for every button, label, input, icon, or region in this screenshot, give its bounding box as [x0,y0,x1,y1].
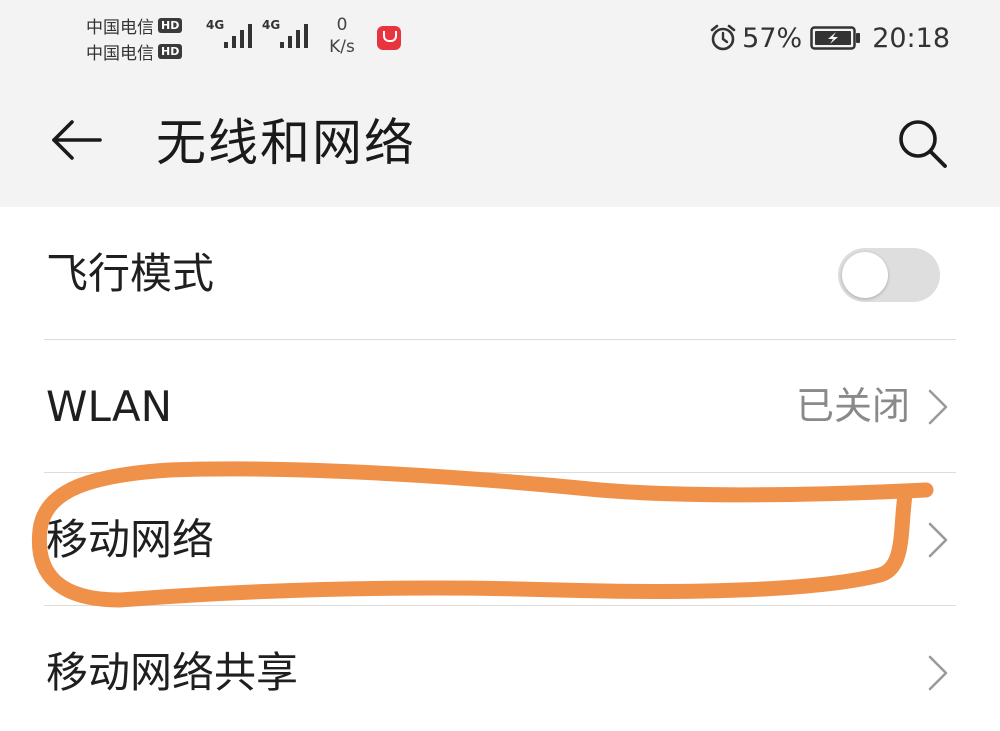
airplane-mode-toggle[interactable] [838,248,940,302]
list-item-airplane-mode[interactable]: 飞行模式 [0,207,1000,340]
settings-screen: 中国电信 HD 中国电信 HD 4G 4G 0 K/s 57% 20:18 无线… [0,0,1000,731]
alarm-icon [710,24,736,51]
search-icon[interactable] [893,114,951,172]
page-title: 无线和网络 [156,114,416,172]
toggle-knob [842,252,888,298]
chevron-right-icon [928,389,948,425]
clock: 20:18 [872,22,950,54]
status-right: 57% 20:18 [708,18,950,58]
carrier-info: 中国电信 HD 中国电信 HD [86,12,206,64]
hd-badge: HD [158,43,183,59]
wlan-status: 已关闭 [795,384,910,428]
list-item-label: 移动网络共享 [46,648,299,697]
header: 中国电信 HD 中国电信 HD 4G 4G 0 K/s 57% 20:18 无线… [0,0,1000,207]
hd-badge: HD [158,17,183,33]
list-item-label: WLAN [46,382,173,431]
list-item-wlan[interactable]: WLAN 已关闭 [0,340,1000,473]
chevron-right-icon [928,522,948,558]
list-item-mobile-network[interactable]: 移动网络 [0,473,1000,606]
chevron-right-icon [928,655,948,691]
signal-2: 4G [262,14,314,54]
signal-bars-icon [280,24,308,48]
arrow-left-icon[interactable] [48,112,104,168]
speed-unit: K/s [329,37,355,57]
list-item-tethering[interactable]: 移动网络共享 [0,606,1000,731]
signal-bars-icon [224,24,252,48]
carrier-2: 中国电信 HD [86,38,206,64]
list-item-label: 飞行模式 [46,249,215,298]
carrier-1: 中国电信 HD [86,12,206,38]
battery-charging-icon [810,26,861,50]
app-notification-icon [377,26,401,50]
battery-percent: 57% [742,22,803,54]
carrier-name: 中国电信 [86,17,154,38]
list-item-label: 移动网络 [46,515,215,564]
signal-1: 4G [206,14,258,54]
settings-list: 飞行模式 WLAN 已关闭 移动网络 移动网络共享 [0,207,1000,731]
carrier-name: 中国电信 [86,43,154,64]
speed-value: 0 [336,15,348,35]
network-speed: 0 K/s [322,14,362,58]
